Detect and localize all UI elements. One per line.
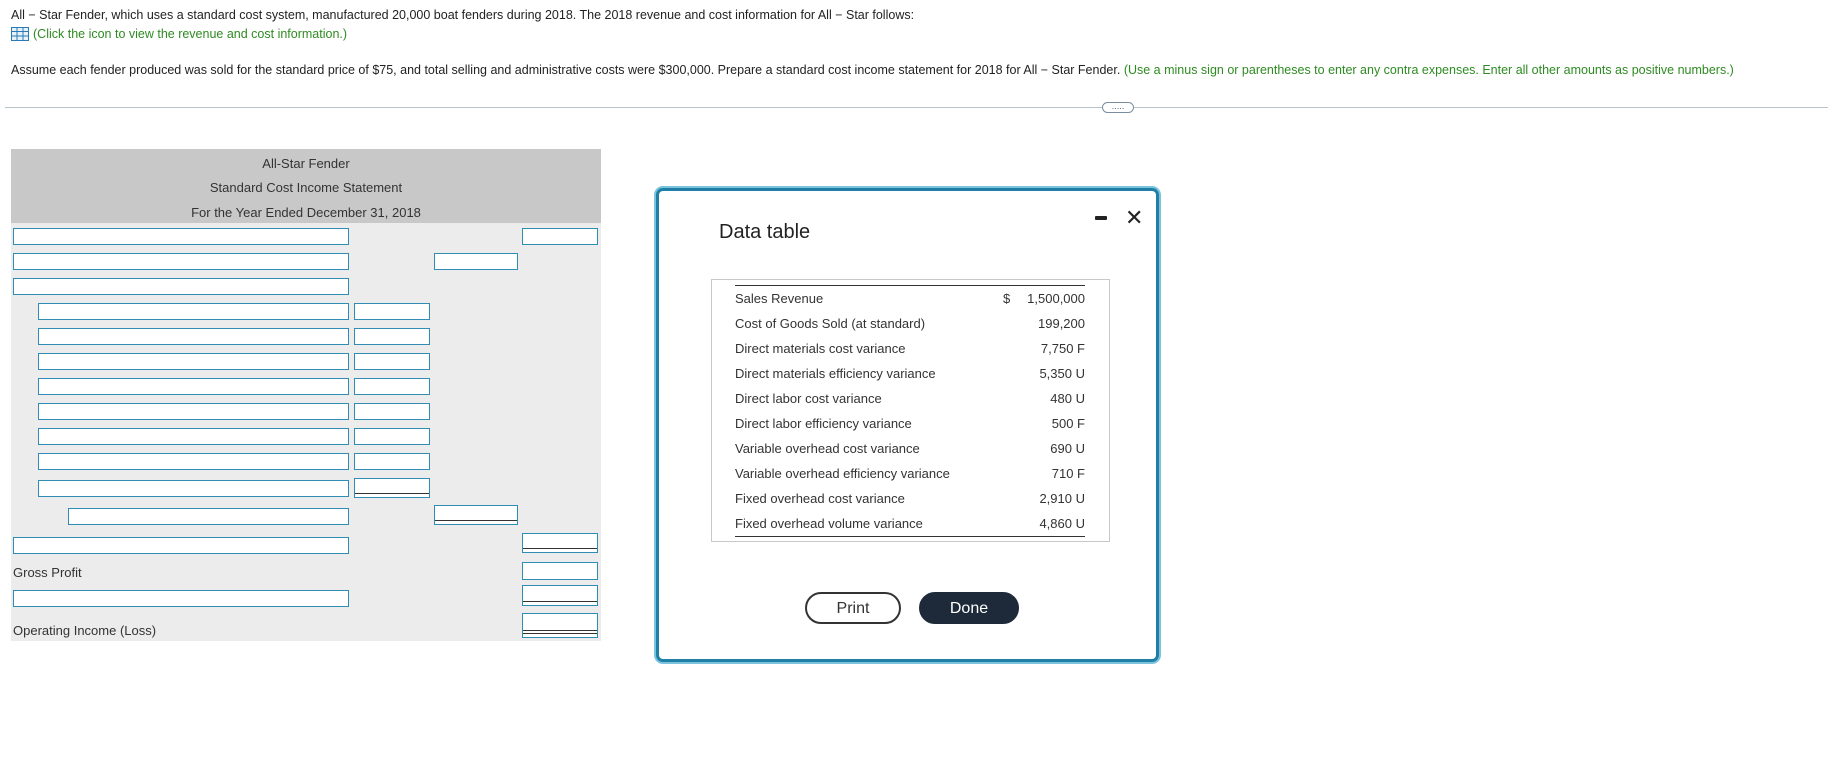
question-intro: All − Star Fender, which uses a standard… xyxy=(11,8,915,22)
amount-input[interactable] xyxy=(522,585,598,606)
table-row: Sales Revenue $ 1,500,000 xyxy=(735,286,1085,311)
variance-label-input[interactable] xyxy=(38,453,349,470)
account-input[interactable] xyxy=(13,228,349,245)
row-value: 2,910 U xyxy=(1039,491,1085,506)
variance-amount-input[interactable] xyxy=(354,303,430,320)
data-table-link[interactable]: (Click the icon to view the revenue and … xyxy=(11,27,347,41)
table-row: Fixed overhead cost variance 2,910 U xyxy=(735,486,1085,511)
row-label: Fixed overhead volume variance xyxy=(735,516,923,531)
amount-input[interactable] xyxy=(434,253,518,270)
table-row: Variable overhead cost variance 690 U xyxy=(735,436,1085,461)
account-input[interactable] xyxy=(13,590,349,607)
operating-income-label: Operating Income (Loss) xyxy=(13,623,157,638)
row-label: Direct labor cost variance xyxy=(735,391,882,406)
variance-label-input[interactable] xyxy=(38,403,349,420)
row-value: 1,500,000 xyxy=(1027,291,1085,306)
variance-label-input[interactable] xyxy=(38,378,349,395)
variance-amount-input[interactable] xyxy=(354,428,430,445)
row-label: Direct labor efficiency variance xyxy=(735,416,912,431)
row-label: Direct materials efficiency variance xyxy=(735,366,936,381)
row-value: 7,750 F xyxy=(1040,341,1085,356)
instruction-text: Assume each fender produced was sold for… xyxy=(11,63,1121,77)
account-input[interactable] xyxy=(13,537,349,554)
print-button[interactable]: Print xyxy=(805,592,901,624)
operating-income-input[interactable] xyxy=(522,613,598,638)
variance-label-input[interactable] xyxy=(38,480,349,497)
row-value: 500 F xyxy=(1051,416,1085,431)
table-row: Variable overhead efficiency variance 71… xyxy=(735,461,1085,486)
total-variance-amount-input[interactable] xyxy=(434,505,518,525)
row-value: 199,200 xyxy=(1038,316,1085,331)
row-value: 4,860 U xyxy=(1039,516,1085,531)
statement-period: For the Year Ended December 31, 2018 xyxy=(191,205,421,220)
row-label: Variable overhead efficiency variance xyxy=(735,466,950,481)
data-table-dialog: Data table ✕ Sales Revenue $ 1,500,000 C… xyxy=(656,188,1159,662)
table-row: Fixed overhead volume variance 4,860 U xyxy=(735,511,1085,536)
table-row: Cost of Goods Sold (at standard) 199,200 xyxy=(735,311,1085,336)
table-icon[interactable] xyxy=(11,27,29,41)
minimize-icon[interactable] xyxy=(1095,216,1107,220)
variance-amount-input[interactable] xyxy=(354,403,430,420)
row-label: Direct materials cost variance xyxy=(735,341,906,356)
statement-title: Standard Cost Income Statement xyxy=(209,180,403,195)
data-table-link-text[interactable]: (Click the icon to view the revenue and … xyxy=(33,27,347,41)
variance-label-input[interactable] xyxy=(38,303,349,320)
amount-input[interactable] xyxy=(522,533,598,553)
row-label: Variable overhead cost variance xyxy=(735,441,920,456)
variance-label-input[interactable] xyxy=(38,353,349,370)
table-row: Direct materials cost variance 7,750 F xyxy=(735,336,1085,361)
variance-amount-input[interactable] xyxy=(354,453,430,470)
table-bottom-rule xyxy=(735,536,1085,537)
row-value: 5,350 U xyxy=(1039,366,1085,381)
gross-profit-input[interactable] xyxy=(522,562,598,580)
account-input[interactable] xyxy=(13,253,349,270)
table-row: Direct labor cost variance 480 U xyxy=(735,386,1085,411)
variance-amount-input[interactable] xyxy=(354,478,430,498)
statement-header: All-Star Fender Standard Cost Income Sta… xyxy=(11,149,601,223)
statement-company: All-Star Fender xyxy=(262,156,350,171)
amount-input[interactable] xyxy=(522,228,598,245)
row-value: 710 F xyxy=(1051,466,1085,481)
section-divider xyxy=(5,107,1828,108)
variance-label-input[interactable] xyxy=(38,428,349,445)
table-row: Direct labor efficiency variance 500 F xyxy=(735,411,1085,436)
gross-profit-label: Gross Profit xyxy=(13,565,82,580)
table-row: Direct materials efficiency variance 5,3… xyxy=(735,361,1085,386)
close-icon[interactable]: ✕ xyxy=(1125,207,1143,229)
row-currency: $ xyxy=(1003,291,1011,306)
total-variance-label-input[interactable] xyxy=(68,508,349,525)
variance-amount-input[interactable] xyxy=(354,378,430,395)
instruction-hint: (Use a minus sign or parentheses to ente… xyxy=(1123,63,1734,77)
variance-amount-input[interactable] xyxy=(354,328,430,345)
row-label: Sales Revenue xyxy=(735,291,824,306)
question-instruction: Assume each fender produced was sold for… xyxy=(11,63,1734,77)
row-label: Fixed overhead cost variance xyxy=(735,491,905,506)
row-value: 480 U xyxy=(1050,391,1085,406)
variance-amount-input[interactable] xyxy=(354,353,430,370)
row-label: Cost of Goods Sold (at standard) xyxy=(735,316,926,331)
done-button[interactable]: Done xyxy=(919,592,1019,624)
data-table: Sales Revenue $ 1,500,000 Cost of Goods … xyxy=(711,279,1110,542)
account-input[interactable] xyxy=(13,278,349,295)
expand-more-button[interactable]: ..... xyxy=(1102,102,1134,113)
dialog-title: Data table xyxy=(719,221,811,243)
variance-label-input[interactable] xyxy=(38,328,349,345)
row-value: 690 U xyxy=(1050,441,1085,456)
